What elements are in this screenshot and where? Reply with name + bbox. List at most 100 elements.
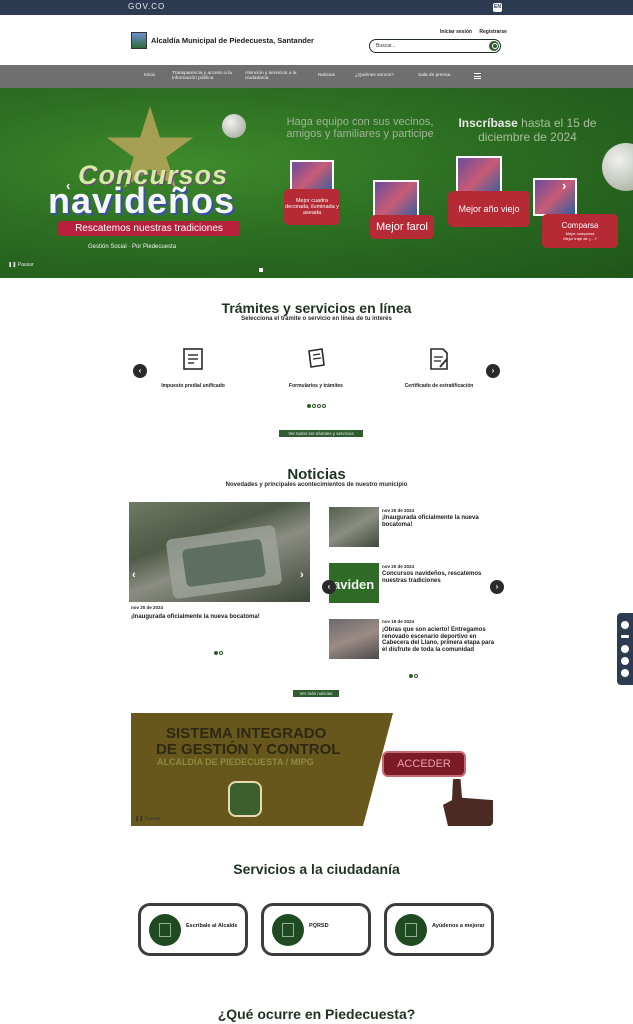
service-card-pqrsd[interactable]: PQRSD bbox=[261, 903, 371, 956]
banner-pause-button[interactable]: ❚❚ Pausar bbox=[135, 816, 161, 822]
services-title: Servicios a la ciudadanía bbox=[233, 861, 400, 877]
certificate-icon bbox=[430, 348, 448, 370]
news-date: nov 19 de 2024 bbox=[382, 619, 415, 624]
tramite-label: Certificado de estratificación bbox=[404, 383, 474, 389]
hero-next-arrow-icon[interactable]: › bbox=[562, 178, 566, 193]
carousel-dot[interactable] bbox=[307, 404, 311, 408]
pointing-hand-icon bbox=[443, 779, 493, 826]
search-input[interactable]: Buscar... bbox=[376, 43, 395, 49]
service-label: Escríbale al Alcalde bbox=[186, 923, 238, 929]
banner-pause-label: Pausar bbox=[144, 816, 161, 822]
search-icon[interactable] bbox=[489, 41, 499, 51]
news-main-image[interactable] bbox=[129, 502, 310, 602]
carousel-dot[interactable] bbox=[322, 404, 326, 408]
tramite-label: Formularios y trámites bbox=[289, 383, 343, 389]
letter-icon bbox=[159, 923, 171, 937]
bauble-ornament-icon bbox=[222, 114, 246, 138]
prize-comparsa-title: Comparsa bbox=[561, 221, 599, 230]
news-main-prev-icon[interactable]: ‹ bbox=[132, 569, 136, 581]
news-list-dots bbox=[409, 674, 418, 678]
nav-item-sala-prensa[interactable]: Sala de prensa bbox=[418, 73, 450, 78]
twitter-icon[interactable] bbox=[621, 645, 629, 653]
news-date: nov 20 de 2024 bbox=[382, 508, 415, 513]
hero-pause-button[interactable]: ❚❚ Pausar bbox=[8, 262, 34, 268]
separator-icon bbox=[621, 635, 629, 638]
news-list-prev-arrow-icon[interactable]: ‹ bbox=[322, 580, 336, 594]
carousel-dot[interactable] bbox=[312, 404, 316, 408]
instagram-icon[interactable] bbox=[621, 657, 629, 665]
sigc-banner[interactable]: SISTEMA INTEGRADO DE GESTIÓN Y CONTROL A… bbox=[131, 713, 495, 826]
search-box[interactable]: Buscar... bbox=[369, 39, 501, 53]
tramite-label: Impuesto predial unificado bbox=[161, 383, 225, 389]
service-card-alcalde[interactable]: Escríbale al Alcalde bbox=[138, 903, 248, 956]
news-subtitle: Novedades y principales acontecimientos … bbox=[225, 482, 408, 488]
facebook-icon[interactable] bbox=[621, 621, 629, 629]
service-label: Ayúdenos a mejorar bbox=[432, 923, 485, 929]
news-main-date: nov 20 de 2024 bbox=[131, 605, 164, 610]
forms-icon bbox=[308, 348, 325, 368]
gov-co-logo[interactable]: GOV.CO bbox=[128, 2, 165, 11]
municipality-seal-icon bbox=[228, 781, 262, 817]
hero-subtitle: Haga equipo con sus vecinos, amigos y fa… bbox=[286, 116, 434, 140]
nav-item-quienes-somos[interactable]: ¿Quiénes somos? bbox=[355, 73, 394, 78]
hero-pause-label: Pausar bbox=[17, 262, 34, 268]
service-card-ayudenos[interactable]: Ayúdenos a mejorar bbox=[384, 903, 494, 956]
menu-icon[interactable] bbox=[474, 73, 481, 79]
news-headline[interactable]: ¡Inaugurada oficialmente la nueva bocato… bbox=[382, 515, 494, 528]
carousel-dot[interactable] bbox=[214, 651, 218, 655]
tramite-item-formularios[interactable]: Formularios y trámites bbox=[251, 347, 381, 389]
hero-carousel[interactable]: Concursos navideños Rescatemos nuestras … bbox=[0, 88, 633, 278]
carousel-dot[interactable] bbox=[409, 674, 413, 678]
municipality-emblem-icon[interactable] bbox=[131, 32, 147, 49]
carousel-dot[interactable] bbox=[219, 651, 223, 655]
hero-dot[interactable] bbox=[259, 268, 263, 272]
news-list-next-arrow-icon[interactable]: › bbox=[490, 580, 504, 594]
see-more-news-button[interactable]: Ver más noticias bbox=[293, 690, 339, 697]
news-main-dots bbox=[214, 651, 223, 655]
prize-comparsa-sub2: Mejor traje de ¿...? bbox=[563, 236, 597, 241]
document-icon bbox=[282, 923, 294, 937]
language-button[interactable]: EN bbox=[493, 3, 502, 12]
news-main-headline[interactable]: ¡Inaugurada oficialmente la nueva bocato… bbox=[131, 614, 311, 621]
service-label: PQRSD bbox=[309, 923, 329, 929]
gov-bar: GOV.CO EN bbox=[0, 0, 633, 15]
register-link[interactable]: Registrarse bbox=[479, 29, 507, 35]
carousel-dot[interactable] bbox=[414, 674, 418, 678]
hero-date: Inscríbase hasta el 15 de diciembre de 2… bbox=[455, 116, 600, 144]
receipt-icon bbox=[183, 348, 203, 370]
tramite-item-estratificacion[interactable]: Certificado de estratificación bbox=[374, 347, 504, 389]
news-thumb[interactable]: aviden bbox=[329, 563, 379, 603]
banner-line1: SISTEMA INTEGRADO bbox=[166, 725, 327, 742]
site-header: Alcaldía Municipal de Piedecuesta, Santa… bbox=[0, 15, 633, 65]
prize-best-lantern: Mejor farol bbox=[370, 215, 434, 239]
tramite-item-predial[interactable]: Impuesto predial unificado bbox=[128, 347, 258, 389]
login-link[interactable]: Iniciar sesión bbox=[440, 29, 472, 35]
news-thumb[interactable] bbox=[329, 619, 379, 659]
acceder-button[interactable]: ACCEDER bbox=[382, 751, 466, 777]
site-title[interactable]: Alcaldía Municipal de Piedecuesta, Santa… bbox=[151, 36, 314, 45]
prize-photo bbox=[533, 178, 577, 216]
banner-line2: DE GESTIÓN Y CONTROL bbox=[156, 741, 341, 758]
nav-item-atencion[interactable]: Atención y servicios a la ciudadanía bbox=[245, 71, 303, 81]
hero-logos: Gestión Social · Por Piedecuesta bbox=[88, 244, 177, 250]
banner-line3: ALCALDÍA DE PIEDECUESTA / MIPG bbox=[157, 757, 314, 767]
hero-prev-arrow-icon[interactable]: ‹ bbox=[66, 178, 70, 193]
tramites-title: Trámites y servicios en línea bbox=[221, 300, 412, 316]
hero-title-main: navideños bbox=[48, 180, 236, 221]
news-thumb-text: aviden bbox=[333, 577, 375, 592]
hero-date-strong: Inscríbase bbox=[458, 116, 518, 130]
see-all-tramites-button[interactable]: Ver todos los trámites y servicios bbox=[279, 430, 363, 437]
news-thumb[interactable] bbox=[329, 507, 379, 547]
account-links: Iniciar sesión Registrarse bbox=[440, 29, 513, 35]
news-headline[interactable]: Concursos navideños, rescatemos nuestras… bbox=[382, 571, 494, 584]
news-main-next-icon[interactable]: › bbox=[300, 569, 304, 581]
carousel-dot[interactable] bbox=[317, 404, 321, 408]
nav-item-noticias[interactable]: Noticias bbox=[318, 73, 335, 78]
nav-item-transparencia[interactable]: Transparencia y acceso a la información … bbox=[172, 71, 234, 81]
news-headline[interactable]: ¡Obras que son acierto! Entregamos renov… bbox=[382, 627, 496, 653]
nav-item-inicio[interactable]: Inicio bbox=[144, 73, 155, 78]
prize-comparsa: Comparsa Mejor comparsa Mejor traje de ¿… bbox=[542, 214, 618, 248]
hands-icon bbox=[405, 923, 417, 937]
bauble-ornament-icon bbox=[602, 143, 633, 191]
youtube-icon[interactable] bbox=[621, 669, 629, 677]
